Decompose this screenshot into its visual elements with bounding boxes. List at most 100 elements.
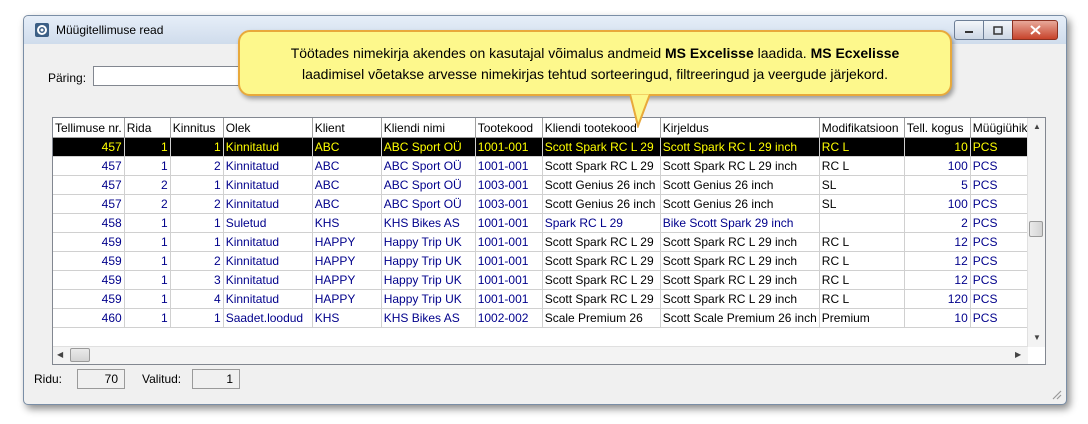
horizontal-scroll-thumb[interactable] <box>70 348 90 362</box>
table-cell[interactable]: Kinnitatud <box>223 194 313 214</box>
table-cell[interactable]: 4 <box>170 289 224 309</box>
table-cell[interactable]: 1001-001 <box>475 251 543 271</box>
table-cell[interactable]: Scott Spark RC L 29 <box>542 289 661 309</box>
table-cell[interactable]: 459 <box>53 270 125 290</box>
table-cell[interactable]: 1 <box>124 232 171 252</box>
table-cell[interactable]: Bike Scott Spark 29 inch <box>660 213 820 233</box>
column-header[interactable]: Rida <box>124 118 171 138</box>
table-cell[interactable]: KHS Bikes AS <box>381 213 476 233</box>
table-cell[interactable]: ABC Sport OÜ <box>381 175 476 195</box>
table-row[interactable]: 457 2 1 Kinnitatud ABC ABC Sport OÜ 1003-001 Sc… <box>53 175 1034 195</box>
column-header[interactable]: Modifikatsioon <box>819 118 905 138</box>
table-cell[interactable]: Kinnitatud <box>223 289 313 309</box>
table-cell[interactable]: ABC Sport OÜ <box>381 194 476 214</box>
table-cell[interactable]: 1 <box>124 251 171 271</box>
query-input[interactable] <box>93 66 253 86</box>
table-cell[interactable]: Scott Spark RC L 29 inch <box>660 232 820 252</box>
table-cell[interactable]: 1 <box>170 137 224 157</box>
table-cell[interactable]: 5 <box>904 175 971 195</box>
table-cell[interactable]: RC L <box>819 289 905 309</box>
table-cell[interactable]: Premium <box>819 308 905 328</box>
table-cell[interactable]: PCS <box>970 194 1034 214</box>
table-cell[interactable]: ABC <box>312 156 382 176</box>
table-cell[interactable]: 1 <box>124 156 171 176</box>
table-cell[interactable]: PCS <box>970 270 1034 290</box>
table-cell[interactable]: 10 <box>904 308 971 328</box>
table-cell[interactable]: 2 <box>124 194 171 214</box>
minimize-button[interactable] <box>954 20 984 40</box>
table-cell[interactable]: Scale Premium 26 <box>542 308 661 328</box>
table-row[interactable]: 459 1 3 Kinnitatud HAPPY Happy Trip UK 1001-00… <box>53 270 1034 290</box>
vertical-scrollbar[interactable]: ▲ ▼ <box>1027 118 1045 347</box>
column-header[interactable]: Kirjeldus <box>660 118 820 138</box>
column-header[interactable]: Olek <box>223 118 313 138</box>
table-cell[interactable]: 2 <box>170 251 224 271</box>
table-cell[interactable]: PCS <box>970 251 1034 271</box>
table-cell[interactable]: 1002-002 <box>475 308 543 328</box>
table-cell[interactable]: 1001-001 <box>475 289 543 309</box>
column-header[interactable]: Kinnitus <box>170 118 224 138</box>
table-cell[interactable]: 1 <box>124 213 171 233</box>
table-cell[interactable]: 457 <box>53 194 125 214</box>
table-cell[interactable]: 1003-001 <box>475 175 543 195</box>
table-cell[interactable]: 458 <box>53 213 125 233</box>
table-cell[interactable]: 1 <box>170 213 224 233</box>
table-cell[interactable]: SL <box>819 175 905 195</box>
table-cell[interactable]: SL <box>819 194 905 214</box>
table-cell[interactable]: 1 <box>124 137 171 157</box>
table-cell[interactable]: Scott Spark RC L 29 inch <box>660 137 820 157</box>
table-cell[interactable]: Scott Genius 26 inch <box>542 175 661 195</box>
table-cell[interactable]: ABC <box>312 175 382 195</box>
table-cell[interactable]: Scott Spark RC L 29 inch <box>660 289 820 309</box>
table-cell[interactable]: 1 <box>124 270 171 290</box>
table-cell[interactable] <box>819 213 905 233</box>
table-cell[interactable]: HAPPY <box>312 251 382 271</box>
table-cell[interactable]: 1003-001 <box>475 194 543 214</box>
table-cell[interactable]: 1 <box>124 308 171 328</box>
table-cell[interactable]: Spark RC L 29 <box>542 213 661 233</box>
column-header[interactable]: Tellimuse nr. <box>53 118 125 138</box>
vertical-scroll-thumb[interactable] <box>1029 221 1043 237</box>
column-header[interactable]: Tell. kogus <box>904 118 971 138</box>
resize-grip-icon[interactable] <box>1050 388 1062 400</box>
table-cell[interactable]: Scott Spark RC L 29 inch <box>660 270 820 290</box>
table-cell[interactable]: 1 <box>170 308 224 328</box>
table-cell[interactable]: Scott Genius 26 inch <box>542 194 661 214</box>
table-cell[interactable]: HAPPY <box>312 232 382 252</box>
table-cell[interactable]: PCS <box>970 232 1034 252</box>
table-cell[interactable]: 2 <box>124 175 171 195</box>
table-cell[interactable]: 100 <box>904 156 971 176</box>
table-cell[interactable]: Kinnitatud <box>223 156 313 176</box>
table-cell[interactable]: Scott Spark RC L 29 <box>542 270 661 290</box>
table-row[interactable]: 457 2 2 Kinnitatud ABC ABC Sport OÜ 1003-001 Sc… <box>53 194 1034 214</box>
table-row[interactable]: 457 1 1 Kinnitatud ABC ABC Sport OÜ 1001-001 Sc… <box>53 137 1034 157</box>
table-cell[interactable]: 459 <box>53 289 125 309</box>
table-cell[interactable]: 10 <box>904 137 971 157</box>
table-cell[interactable]: 460 <box>53 308 125 328</box>
table-cell[interactable]: RC L <box>819 270 905 290</box>
table-cell[interactable]: 1001-001 <box>475 137 543 157</box>
column-header[interactable]: Tootekood <box>475 118 543 138</box>
table-cell[interactable]: 2 <box>904 213 971 233</box>
table-cell[interactable]: PCS <box>970 137 1034 157</box>
table-row[interactable]: 459 1 4 Kinnitatud HAPPY Happy Trip UK 1001-00… <box>53 289 1034 309</box>
table-cell[interactable]: PCS <box>970 213 1034 233</box>
table-cell[interactable]: Saadet.loodud <box>223 308 313 328</box>
table-cell[interactable]: 1001-001 <box>475 232 543 252</box>
scroll-left-icon[interactable]: ◀ <box>57 350 63 359</box>
table-row[interactable]: 458 1 1 Suletud KHS KHS Bikes AS 1001-001 Spark… <box>53 213 1034 233</box>
table-cell[interactable]: Happy Trip UK <box>381 270 476 290</box>
table-cell[interactable]: Scott Spark RC L 29 <box>542 137 661 157</box>
table-cell[interactable]: 1001-001 <box>475 213 543 233</box>
table-cell[interactable]: ABC <box>312 137 382 157</box>
scroll-right-icon[interactable]: ▶ <box>1015 350 1021 359</box>
table-row[interactable]: 459 1 1 Kinnitatud HAPPY Happy Trip UK 1001-00… <box>53 232 1034 252</box>
table-cell[interactable]: HAPPY <box>312 289 382 309</box>
table-cell[interactable]: 100 <box>904 194 971 214</box>
table-cell[interactable]: KHS <box>312 213 382 233</box>
table-cell[interactable]: Kinnitatud <box>223 270 313 290</box>
table-cell[interactable]: RC L <box>819 137 905 157</box>
table-cell[interactable]: KHS Bikes AS <box>381 308 476 328</box>
table-cell[interactable]: Scott Spark RC L 29 inch <box>660 251 820 271</box>
column-header[interactable]: Müügiühik <box>970 118 1034 138</box>
